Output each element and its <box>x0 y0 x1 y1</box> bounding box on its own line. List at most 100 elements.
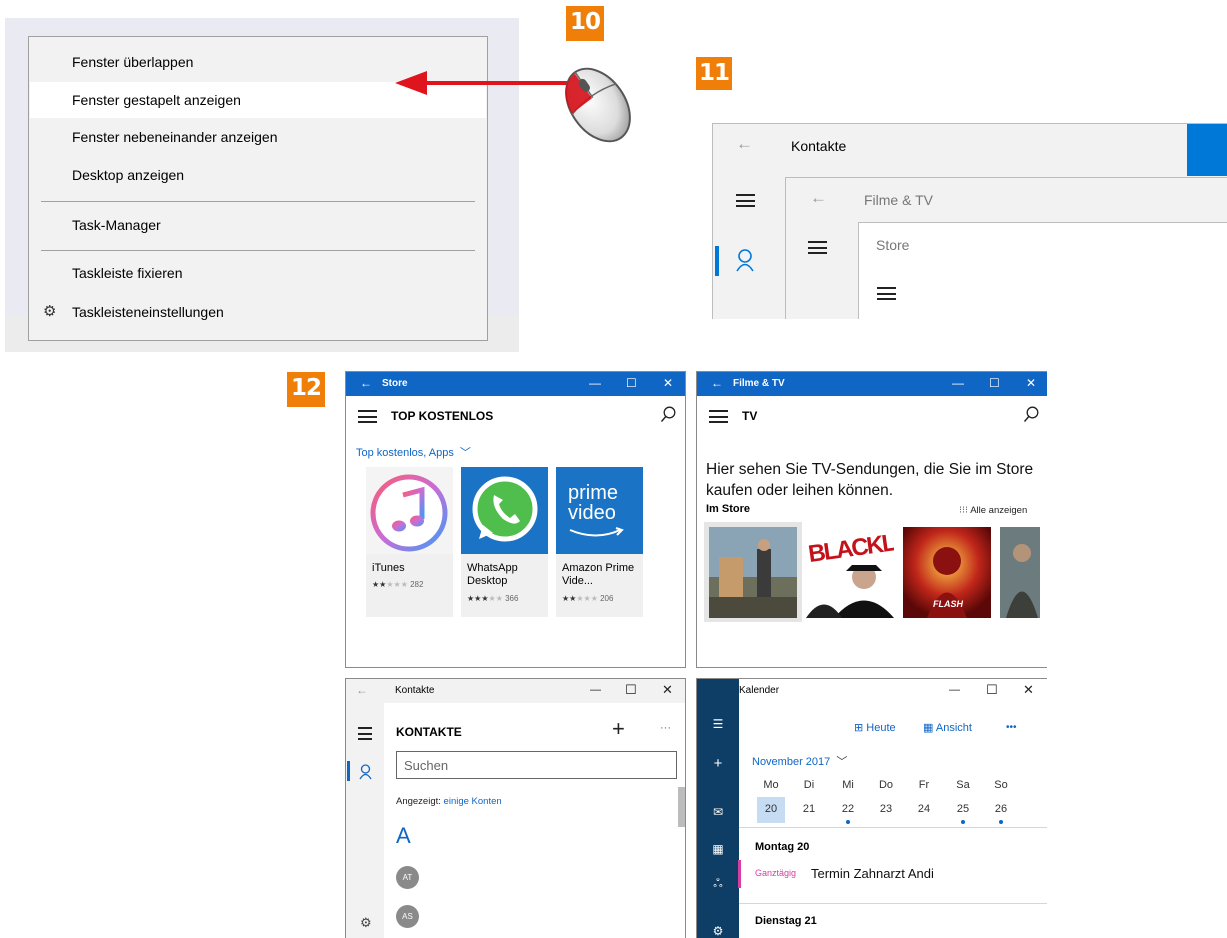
maximize-button[interactable]: ☐ <box>986 682 998 698</box>
store-window[interactable]: Store <box>858 222 1227 319</box>
maximize-button[interactable]: ☐ <box>626 376 637 390</box>
event-indicator-dot <box>999 820 1003 824</box>
star-rating-icon: ★★★★★ <box>467 594 503 603</box>
back-arrow-icon[interactable]: ← <box>360 376 372 390</box>
weekday-label: Mo <box>763 779 779 791</box>
filter-dropdown[interactable]: Top kostenlos, Apps ﹀ <box>356 444 471 460</box>
weekday-label: Do <box>878 779 894 791</box>
calendar-icon[interactable]: ▦ <box>697 842 739 856</box>
app-tile-whatsapp[interactable]: WhatsApp Desktop ★★★★★ 366 <box>461 467 548 617</box>
prime-logo-text: video <box>568 502 616 524</box>
more-options-icon[interactable]: ••• <box>1006 722 1017 733</box>
divider <box>739 827 1047 828</box>
hamburger-icon[interactable] <box>736 194 755 207</box>
person-icon[interactable] <box>736 248 754 272</box>
see-all-link[interactable]: ⁝⁝⁝ Alle anzeigen <box>959 505 1027 516</box>
weekday-label: So <box>994 779 1008 791</box>
app-tile-amazon-prime[interactable]: prime video Amazon Prime Vide... ★★★★★ 2… <box>556 467 643 617</box>
close-button[interactable]: ✕ <box>1026 376 1036 390</box>
tv-poster-1[interactable] <box>709 527 797 618</box>
menu-item-task-manager[interactable]: Task-Manager <box>30 207 486 243</box>
maximize-button[interactable]: ☐ <box>989 376 1000 390</box>
accounts-link[interactable]: einige Konten <box>444 796 502 807</box>
app-tile-itunes[interactable]: iTunes ★★★★★ 282 <box>366 467 453 617</box>
rating-count: 366 <box>505 594 519 603</box>
filter-label: Top kostenlos, Apps <box>356 447 454 459</box>
contacts-titlebar: ← Kontakte — ☐ ✕ <box>346 679 685 703</box>
menu-item-side-by-side[interactable]: Fenster nebeneinander anzeigen <box>30 119 486 155</box>
hamburger-icon[interactable] <box>358 410 377 423</box>
rating-count: 206 <box>600 594 614 603</box>
menu-separator <box>41 201 475 202</box>
calendar-day[interactable]: 20 <box>759 803 783 815</box>
calendar-day[interactable]: 24 <box>912 803 936 815</box>
window-title: Filme & TV <box>733 378 785 389</box>
event-color-bar <box>738 860 741 888</box>
store-app-window[interactable]: ← Store — ☐ ✕ TOP KOSTENLOS Top kostenlo… <box>345 371 686 668</box>
search-icon[interactable] <box>660 406 676 424</box>
event-title[interactable]: Termin Zahnarzt Andi <box>811 866 934 881</box>
calendar-day[interactable]: 23 <box>874 803 898 815</box>
back-arrow-icon[interactable]: ← <box>711 376 723 390</box>
menu-separator <box>41 250 475 251</box>
app-name: iTunes <box>372 562 405 574</box>
hamburger-icon[interactable] <box>358 727 372 740</box>
selection-indicator <box>347 761 350 781</box>
mail-icon[interactable]: ✉ <box>697 805 739 819</box>
maximize-button[interactable]: ☐ <box>625 682 637 698</box>
menu-item-lock-taskbar[interactable]: Taskleiste fixieren <box>30 255 486 291</box>
weekday-label: Mi <box>842 779 854 791</box>
minimize-button[interactable]: — <box>590 684 601 696</box>
new-event-icon[interactable]: + <box>697 755 739 772</box>
shown-accounts-info: Angezeigt: einige Konten <box>396 796 502 807</box>
settings-gear-icon[interactable]: ⚙ <box>697 924 739 938</box>
tv-poster-blacklist[interactable]: BLACKLIST <box>806 527 894 618</box>
minimize-button[interactable]: — <box>589 376 601 390</box>
person-icon[interactable] <box>359 764 372 780</box>
close-button[interactable]: ✕ <box>1023 682 1034 698</box>
search-placeholder: Suchen <box>404 758 449 773</box>
page-title: TOP KOSTENLOS <box>391 409 494 423</box>
view-label: Ansicht <box>935 722 972 734</box>
hamburger-icon[interactable] <box>808 241 827 254</box>
tv-poster-flash[interactable]: FLASH <box>903 527 991 618</box>
today-button[interactable]: ⊞ Heute <box>854 721 896 734</box>
contacts-app-window[interactable]: ← Kontakte — ☐ ✕ ⚙ KONTAKTE + ··· Suchen… <box>345 678 686 938</box>
menu-item-taskbar-settings[interactable]: ⚙ Taskleisteneinstellungen <box>30 294 486 330</box>
films-app-window[interactable]: ← Filme & TV — ☐ ✕ TV Hier sehen Sie TV-… <box>696 371 1047 668</box>
calendar-day[interactable]: 25 <box>951 803 975 815</box>
month-selector[interactable]: November 2017 ﹀ <box>752 753 847 769</box>
settings-gear-icon[interactable]: ⚙ <box>360 915 372 931</box>
avatar[interactable]: AS <box>396 905 419 928</box>
back-arrow-icon[interactable]: ← <box>736 134 753 154</box>
view-button[interactable]: ▦ Ansicht <box>923 721 972 734</box>
avatar[interactable]: AT <box>396 866 419 889</box>
menu-item-show-desktop[interactable]: Desktop anzeigen <box>30 157 486 193</box>
search-icon[interactable] <box>1023 406 1039 424</box>
calendar-day[interactable]: 21 <box>797 803 821 815</box>
minimize-button[interactable]: — <box>952 376 964 390</box>
message-line: Hier sehen Sie TV-Sendungen, die Sie im … <box>706 461 1034 478</box>
calendar-app-window[interactable]: ☰ + ✉ ▦ ஃ ⚙ Kalender — ☐ ✕ ⊞ Heute ▦ Ans… <box>696 678 1047 938</box>
close-button[interactable]: ✕ <box>662 682 673 698</box>
alphabet-header[interactable]: A <box>396 823 411 849</box>
tv-poster-4[interactable] <box>1000 527 1040 618</box>
hamburger-icon[interactable] <box>709 410 728 423</box>
hamburger-icon[interactable] <box>877 287 896 300</box>
search-input[interactable]: Suchen <box>396 751 677 779</box>
agenda-day-header: Dienstag 21 <box>755 915 817 927</box>
poster-title: FLASH <box>933 599 963 609</box>
add-contact-button[interactable]: + <box>612 716 625 742</box>
scrollbar-thumb[interactable] <box>678 787 685 827</box>
app-name: WhatsApp Desktop <box>467 562 518 587</box>
calendar-day[interactable]: 22 <box>836 803 860 815</box>
back-arrow-icon[interactable]: ← <box>356 683 368 697</box>
hamburger-icon[interactable]: ☰ <box>697 717 739 731</box>
calendar-day[interactable]: 26 <box>989 803 1013 815</box>
minimize-button[interactable]: — <box>949 684 960 696</box>
more-options-icon[interactable]: ··· <box>660 722 671 734</box>
back-arrow-icon[interactable]: ← <box>810 188 827 208</box>
close-button[interactable]: ✕ <box>663 376 673 390</box>
today-label: Heute <box>866 722 896 734</box>
people-icon[interactable]: ஃ <box>697 876 739 892</box>
